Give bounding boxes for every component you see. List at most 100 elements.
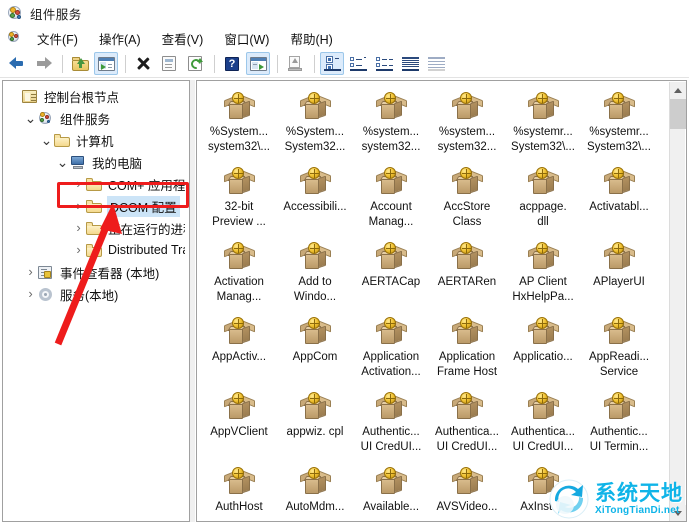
- tree-node[interactable]: › DCOM 配置: [3, 195, 189, 217]
- tree-node[interactable]: › 服务(本地): [3, 283, 189, 305]
- menu-item-help[interactable]: 帮助(H): [280, 27, 343, 50]
- dcom-item[interactable]: %System... system32\...: [201, 89, 277, 164]
- dcom-item-label-line2: UI CredUI...: [512, 441, 574, 453]
- tree-node-label: 服务(本地): [60, 288, 119, 303]
- dcom-item[interactable]: Authentic... UI Termin...: [581, 389, 657, 464]
- chevron-right-icon[interactable]: ›: [71, 239, 86, 261]
- dcom-item[interactable]: Accessibili...: [277, 164, 353, 239]
- menu-item-action[interactable]: 操作(A): [89, 27, 152, 50]
- dcom-item[interactable]: AuthHost: [201, 464, 277, 521]
- dcom-item[interactable]: AVSVideo...: [429, 464, 505, 521]
- dcom-item[interactable]: AERTACap: [353, 239, 429, 314]
- console-tree-pane[interactable]: 控制台根节点 ⌄ 组件服务 ⌄ 计算机 ⌄ 我的电脑 › COM+ 应用程序 › DCOM 配置 › 正…: [2, 80, 190, 522]
- chevron-down-icon[interactable]: ⌄: [23, 110, 38, 126]
- dcom-item-label-line2: System32\...: [511, 141, 575, 153]
- dcom-item-label-line2: system32...: [361, 141, 421, 153]
- chevron-right-icon[interactable]: ›: [23, 261, 38, 283]
- tree-node[interactable]: ⌄ 我的电脑: [3, 151, 189, 173]
- chevron-right-icon[interactable]: ›: [71, 173, 86, 195]
- dcom-item[interactable]: Activatabl...: [581, 164, 657, 239]
- dcom-item[interactable]: AppReadi... Service: [581, 314, 657, 389]
- dcom-item[interactable]: AppActiv...: [201, 314, 277, 389]
- dcom-item[interactable]: %systemr... System32\...: [505, 89, 581, 164]
- dcom-item[interactable]: Authentica... UI CredUI...: [505, 389, 581, 464]
- forward-button[interactable]: [31, 52, 55, 75]
- dcom-item[interactable]: Applicatio...: [505, 314, 581, 389]
- dcom-item[interactable]: %system... system32...: [429, 89, 505, 164]
- dcom-item[interactable]: AERTARen: [429, 239, 505, 314]
- dcom-package-icon: [603, 167, 636, 197]
- dcom-package-icon: [451, 167, 484, 197]
- dcom-item[interactable]: AppCom: [277, 314, 353, 389]
- dcom-item[interactable]: acppage. dll: [505, 164, 581, 239]
- scrollbar-thumb[interactable]: [670, 99, 686, 129]
- tree-node[interactable]: › 事件查看器 (本地): [3, 261, 189, 283]
- menu-item-window[interactable]: 窗口(W): [214, 27, 280, 50]
- tree-node[interactable]: ⌄ 组件服务: [3, 107, 189, 129]
- dcom-items-pane[interactable]: %System... system32\... %System... System32…: [196, 80, 687, 522]
- view-large-icons-button[interactable]: [320, 52, 344, 75]
- dcom-item[interactable]: AP Client HxHelpPa...: [505, 239, 581, 314]
- tree-node[interactable]: › COM+ 应用程序: [3, 173, 189, 195]
- tree-node[interactable]: › 正在运行的进程: [3, 217, 189, 239]
- icon-grid-row: Activation Manag... Add to Windo... AERTACap…: [201, 239, 669, 314]
- scroll-up-arrow-icon: [674, 88, 682, 93]
- dcom-item[interactable]: Application Frame Host: [429, 314, 505, 389]
- refresh-icon: [188, 56, 203, 71]
- tree-node[interactable]: ⌄ 计算机: [3, 129, 189, 151]
- dcom-item[interactable]: %system... system32...: [353, 89, 429, 164]
- chevron-right-icon[interactable]: ›: [23, 283, 38, 305]
- dcom-item[interactable]: AutoMdm...: [277, 464, 353, 521]
- dcom-package-icon: [451, 242, 484, 272]
- dcom-item[interactable]: AxInstSv: [505, 464, 581, 521]
- dcom-item[interactable]: Authentica... UI CredUI...: [429, 389, 505, 464]
- show-console-tree-button[interactable]: [94, 52, 118, 75]
- scroll-down-button[interactable]: [670, 505, 686, 521]
- dcom-item-label-line1: AppVClient: [210, 426, 268, 438]
- view-detail-button[interactable]: [398, 52, 422, 75]
- view-extra-button[interactable]: [424, 52, 448, 75]
- dcom-item-label-line2: HxHelpPa...: [512, 291, 574, 303]
- dcom-item[interactable]: %System... System32...: [277, 89, 353, 164]
- dcom-item[interactable]: Activation Manag...: [201, 239, 277, 314]
- new-window-button[interactable]: [246, 52, 270, 75]
- dcom-item[interactable]: Application Activation...: [353, 314, 429, 389]
- pane-splitter[interactable]: [190, 80, 195, 522]
- vertical-scrollbar[interactable]: [669, 82, 686, 521]
- dcom-item[interactable]: appwiz. cpl: [277, 389, 353, 464]
- chevron-right-icon[interactable]: ›: [71, 217, 86, 239]
- dcom-item-label-line1: Activation: [214, 276, 264, 288]
- dcom-item[interactable]: %systemr... System32\...: [581, 89, 657, 164]
- dcom-item-label-line2: Manag...: [216, 291, 262, 303]
- view-small-icons-button[interactable]: [346, 52, 370, 75]
- icon-grid-row: AppActiv... AppCom Application Activation..…: [201, 314, 669, 389]
- menu-item-file[interactable]: 文件(F): [27, 27, 89, 50]
- refresh-button[interactable]: [183, 52, 207, 75]
- properties-button[interactable]: [157, 52, 181, 75]
- back-button[interactable]: [5, 52, 29, 75]
- chevron-down-icon[interactable]: ⌄: [55, 154, 70, 170]
- tree-node[interactable]: › Distributed Trar: [3, 239, 189, 261]
- dcom-item[interactable]: Available...: [353, 464, 429, 521]
- dcom-item[interactable]: Authentic... UI CredUI...: [353, 389, 429, 464]
- dcom-item-label-line1: AERTARen: [437, 276, 497, 288]
- help-button[interactable]: ?: [220, 52, 244, 75]
- dcom-item[interactable]: 32-bit Preview ...: [201, 164, 277, 239]
- delete-button[interactable]: [131, 52, 155, 75]
- menu-item-view[interactable]: 查看(V): [152, 27, 215, 50]
- tree-node[interactable]: 控制台根节点: [3, 85, 189, 107]
- up-one-level-button[interactable]: [68, 52, 92, 75]
- export-list-button[interactable]: [283, 52, 307, 75]
- dcom-item-label-line1: acppage.: [519, 201, 567, 213]
- dcom-item[interactable]: AccStore Class: [429, 164, 505, 239]
- view-list-button[interactable]: [372, 52, 396, 75]
- chevron-down-icon[interactable]: ⌄: [39, 132, 54, 148]
- tree-node-label: Distributed Trar: [108, 243, 185, 257]
- dcom-package-icon: [223, 392, 256, 422]
- dcom-item[interactable]: APlayerUI: [581, 239, 657, 314]
- dcom-item[interactable]: Account Manag...: [353, 164, 429, 239]
- scroll-up-button[interactable]: [670, 82, 686, 99]
- dcom-item[interactable]: AppVClient: [201, 389, 277, 464]
- dcom-item[interactable]: Add to Windo...: [277, 239, 353, 314]
- chevron-right-icon[interactable]: ›: [71, 195, 86, 217]
